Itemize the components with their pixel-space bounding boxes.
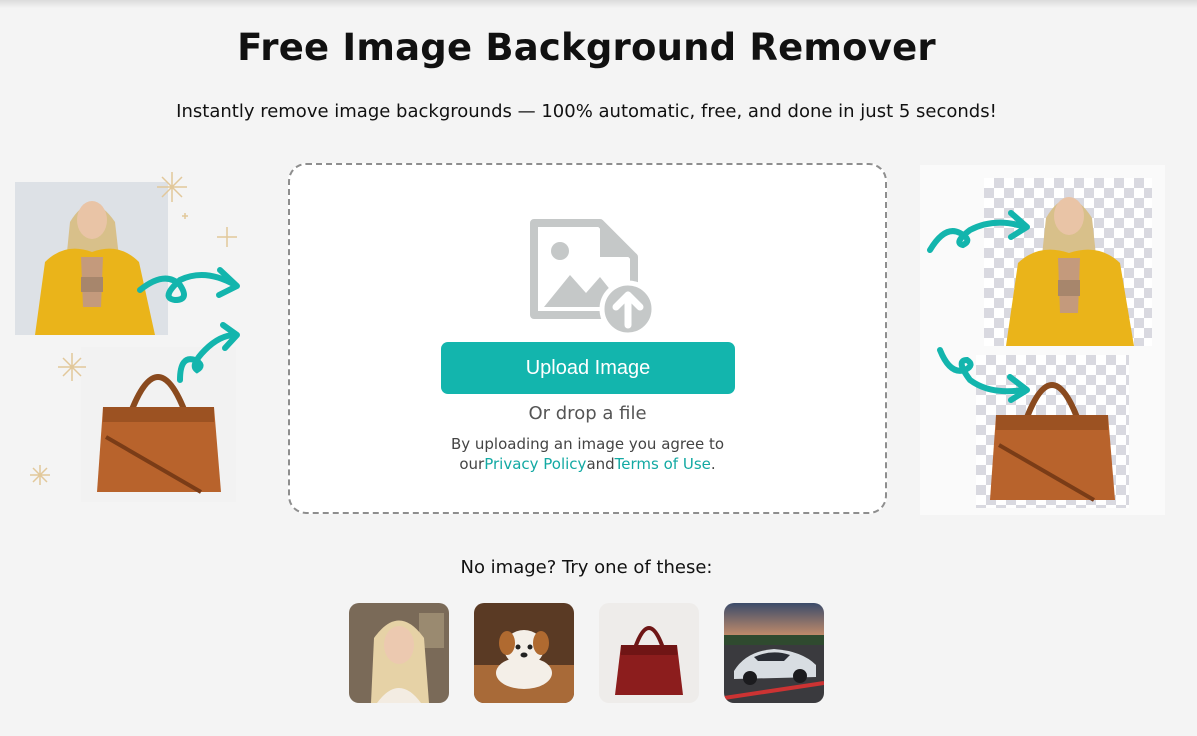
upload-dropzone[interactable]: Upload Image Or drop a file By uploading…	[288, 163, 887, 514]
woman-portrait-thumbnail-icon	[349, 603, 449, 703]
sports-car-thumbnail-icon	[724, 603, 824, 703]
sparkle-icon	[30, 465, 50, 485]
woman-cutout-photo	[984, 178, 1152, 346]
and-text: and	[586, 455, 615, 473]
before-examples	[0, 165, 250, 515]
image-upload-icon	[530, 219, 657, 337]
sample-red-handbag[interactable]	[599, 603, 699, 703]
terms-agreement: By uploading an image you agree to ourPr…	[290, 434, 885, 474]
woman-original-photo	[15, 182, 168, 335]
sample-sports-car[interactable]	[724, 603, 824, 703]
agree-text: By uploading an image you agree to	[450, 435, 725, 453]
agree-prefix: our	[459, 455, 485, 473]
sample-puppy[interactable]	[474, 603, 574, 703]
sparkle-icon	[157, 172, 237, 247]
page-title: Free Image Background Remover	[237, 26, 936, 69]
curly-arrow-icon	[177, 322, 240, 383]
curly-arrow-icon	[927, 210, 1030, 253]
page-subtitle: Instantly remove image backgrounds — 100…	[176, 101, 997, 122]
sample-images-label: No image? Try one of these:	[460, 557, 713, 578]
privacy-policy-link[interactable]: Privacy Policy	[484, 455, 586, 473]
top-shadow	[0, 0, 1197, 8]
after-examples	[920, 165, 1170, 515]
sparkle-icon	[58, 353, 86, 381]
sample-woman-portrait[interactable]	[349, 603, 449, 703]
curly-arrow-icon	[137, 267, 240, 304]
curly-arrow-icon	[937, 347, 1030, 403]
puppy-thumbnail-icon	[474, 603, 574, 703]
upload-image-button[interactable]: Upload Image	[441, 342, 735, 394]
drop-file-text: Or drop a file	[528, 403, 647, 424]
terms-of-use-link[interactable]: Terms of Use	[615, 455, 711, 473]
red-handbag-thumbnail-icon	[599, 603, 699, 703]
period-text: .	[710, 455, 716, 473]
